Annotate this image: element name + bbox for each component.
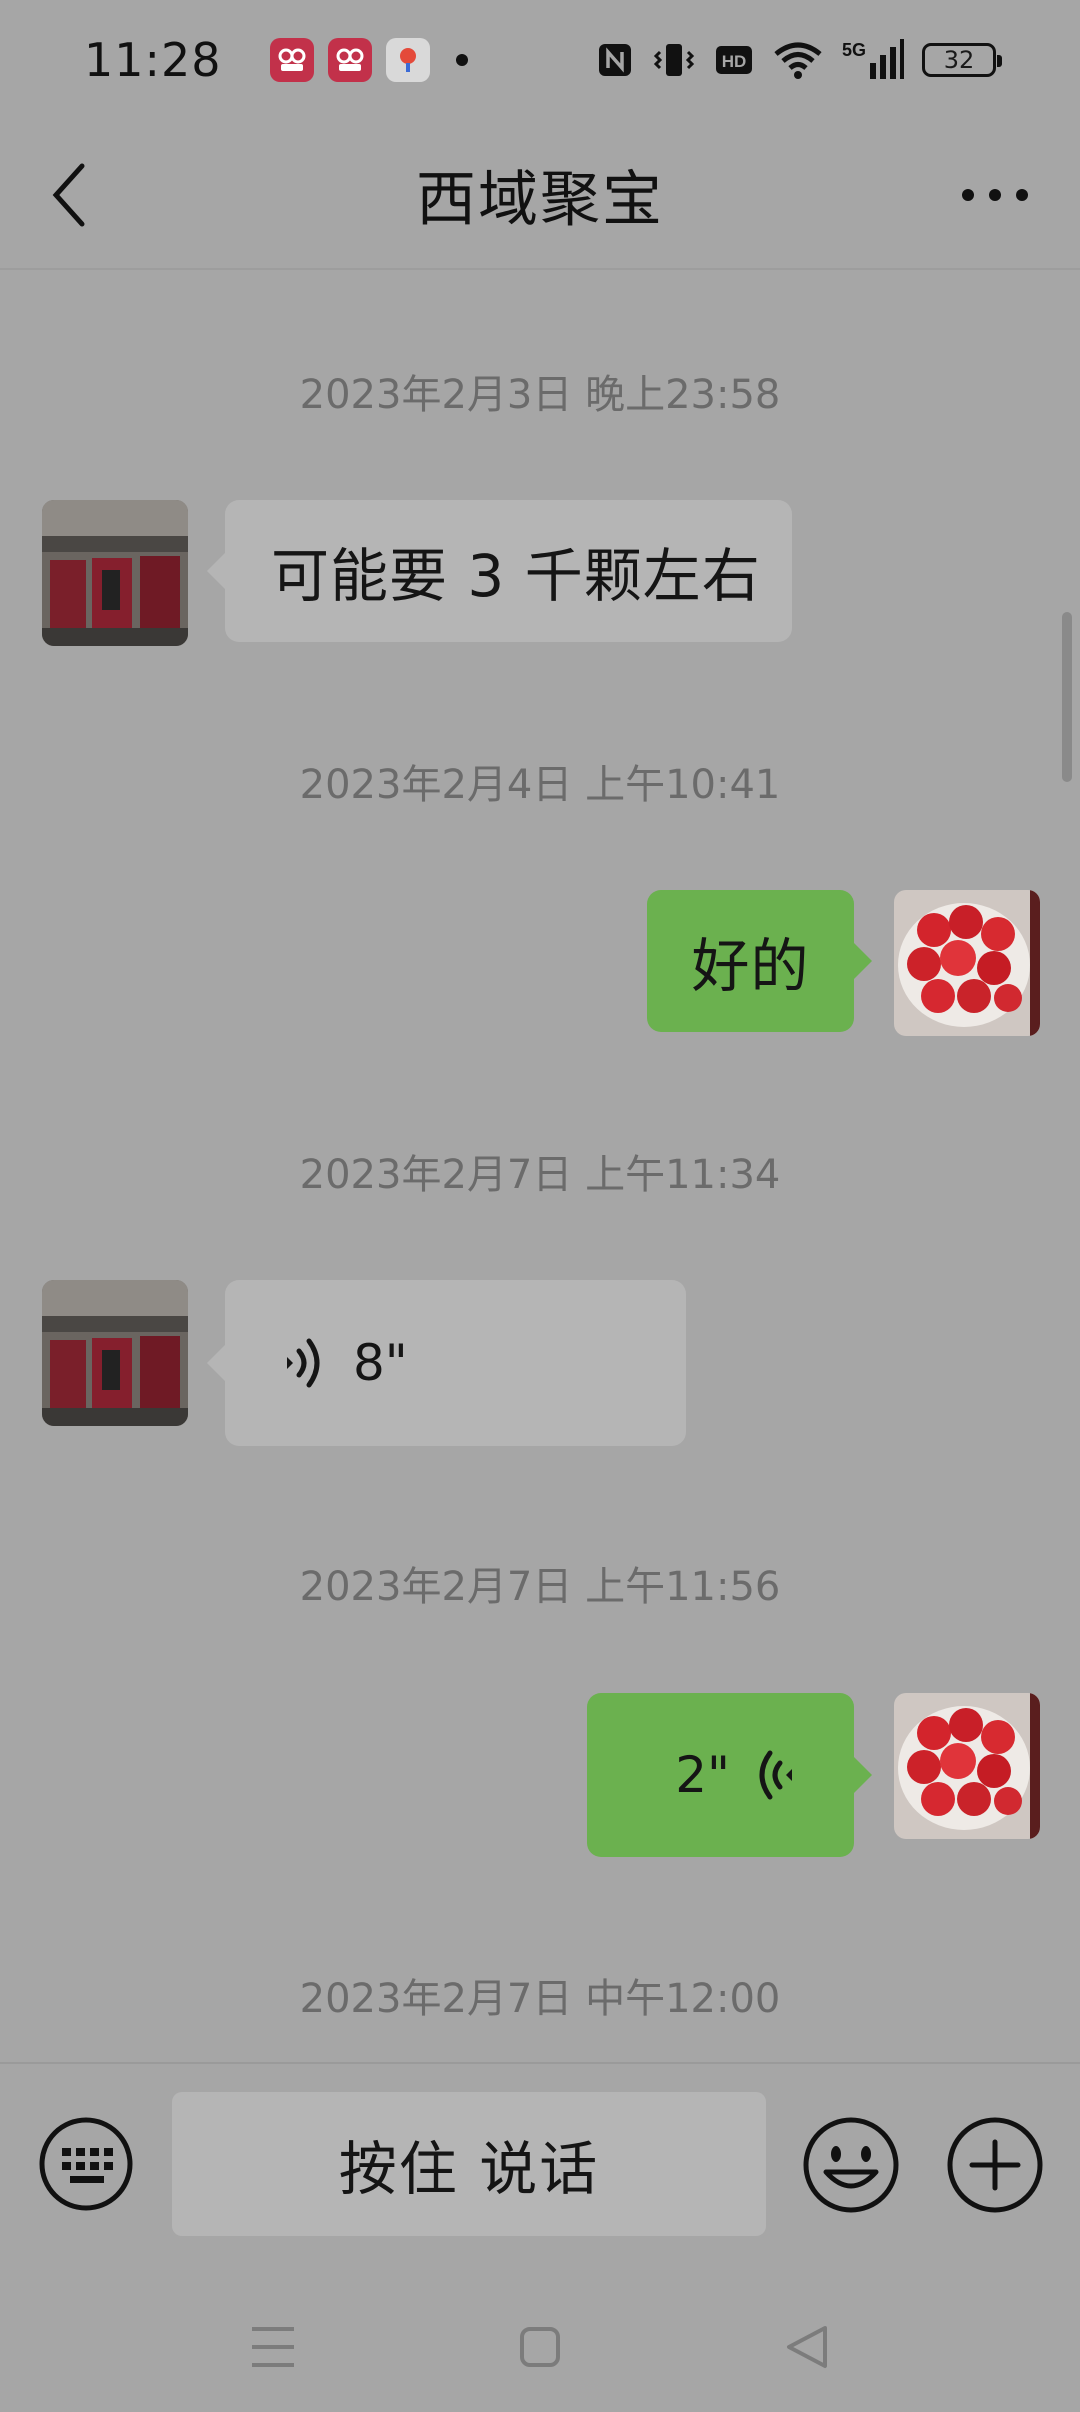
contact-avatar[interactable] (42, 500, 188, 646)
back-button[interactable] (48, 150, 138, 240)
hold-to-talk-button[interactable]: 按住 说话 (172, 2092, 766, 2236)
outgoing-voice-message[interactable]: 2" (587, 1693, 872, 1857)
contact-avatar[interactable] (42, 1280, 188, 1426)
message-timestamp: 2023年2月7日 上午11:56 (299, 1564, 781, 1610)
contact-avatar-image (42, 1280, 188, 1426)
triangle-back-icon (786, 2326, 827, 2368)
home-button[interactable] (510, 2317, 570, 2377)
nfc-icon (599, 44, 631, 76)
more-dots-icon (962, 189, 1028, 201)
svg-text:5G: 5G (842, 40, 866, 60)
input-bar: 按住 说话 (0, 2062, 1080, 2282)
kuaishou-icon (327, 38, 372, 82)
message-timestamp: 2023年2月7日 上午11:34 (299, 1152, 781, 1198)
voice-duration: 2" (675, 1746, 730, 1804)
battery-indicator: 32 (922, 43, 1002, 77)
message-text: 好的 (691, 932, 810, 1000)
message-timestamp: 2023年2月4日 上午10:41 (299, 762, 781, 808)
more-functions-button[interactable] (946, 2116, 1044, 2214)
svg-text:HD: HD (722, 52, 747, 71)
plus-circle-icon (947, 2117, 1043, 2213)
status-time: 11:28 (84, 33, 222, 87)
system-navigation-bar (0, 2282, 1080, 2412)
voice-wave-icon (759, 1750, 792, 1800)
keyboard-icon (39, 2117, 133, 2211)
wifi-icon (774, 42, 822, 79)
message-text: 可能要 3 千颗左右 (271, 542, 761, 610)
my-avatar[interactable] (894, 1693, 1040, 1839)
my-avatar-image (894, 1693, 1040, 1839)
keyboard-toggle-button[interactable] (38, 2116, 134, 2212)
more-options-button[interactable] (950, 150, 1040, 240)
my-avatar[interactable] (894, 890, 1040, 1036)
system-icons: HD 5G 32 (596, 39, 1002, 81)
outgoing-message-bubble[interactable]: 好的 (647, 890, 872, 1032)
hd-icon: HD (716, 46, 752, 74)
more-notifications-dot (455, 54, 468, 66)
baidu-map-icon (385, 38, 430, 82)
5g-signal-icon: 5G (842, 39, 904, 79)
notification-icons (269, 38, 468, 82)
voice-duration: 8" (353, 1334, 408, 1392)
chevron-left-icon (52, 163, 85, 227)
voice-wave-icon (287, 1338, 320, 1388)
chat-title: 西域聚宝 (416, 164, 664, 235)
message-timestamp: 2023年2月7日 中午12:00 (299, 1976, 781, 2022)
square-icon (519, 2327, 560, 2367)
incoming-message-bubble[interactable]: 可能要 3 千颗左右 (207, 500, 792, 642)
kuaishou-icon (269, 38, 314, 82)
recent-apps-button[interactable] (243, 2317, 303, 2377)
status-bar: 11:28 HD 5G 32 (0, 0, 1080, 120)
my-avatar-image (894, 890, 1040, 1036)
incoming-voice-message[interactable]: 8" (207, 1280, 686, 1446)
system-back-button[interactable] (777, 2317, 837, 2377)
contact-avatar-image (42, 500, 188, 646)
smiley-icon (803, 2117, 899, 2213)
vibrate-icon (653, 44, 695, 76)
menu-lines-icon (252, 2327, 295, 2367)
emoji-button[interactable] (802, 2116, 900, 2214)
chat-header: 西域聚宝 (0, 120, 1080, 270)
message-timestamp: 2023年2月3日 晚上23:58 (299, 372, 781, 418)
